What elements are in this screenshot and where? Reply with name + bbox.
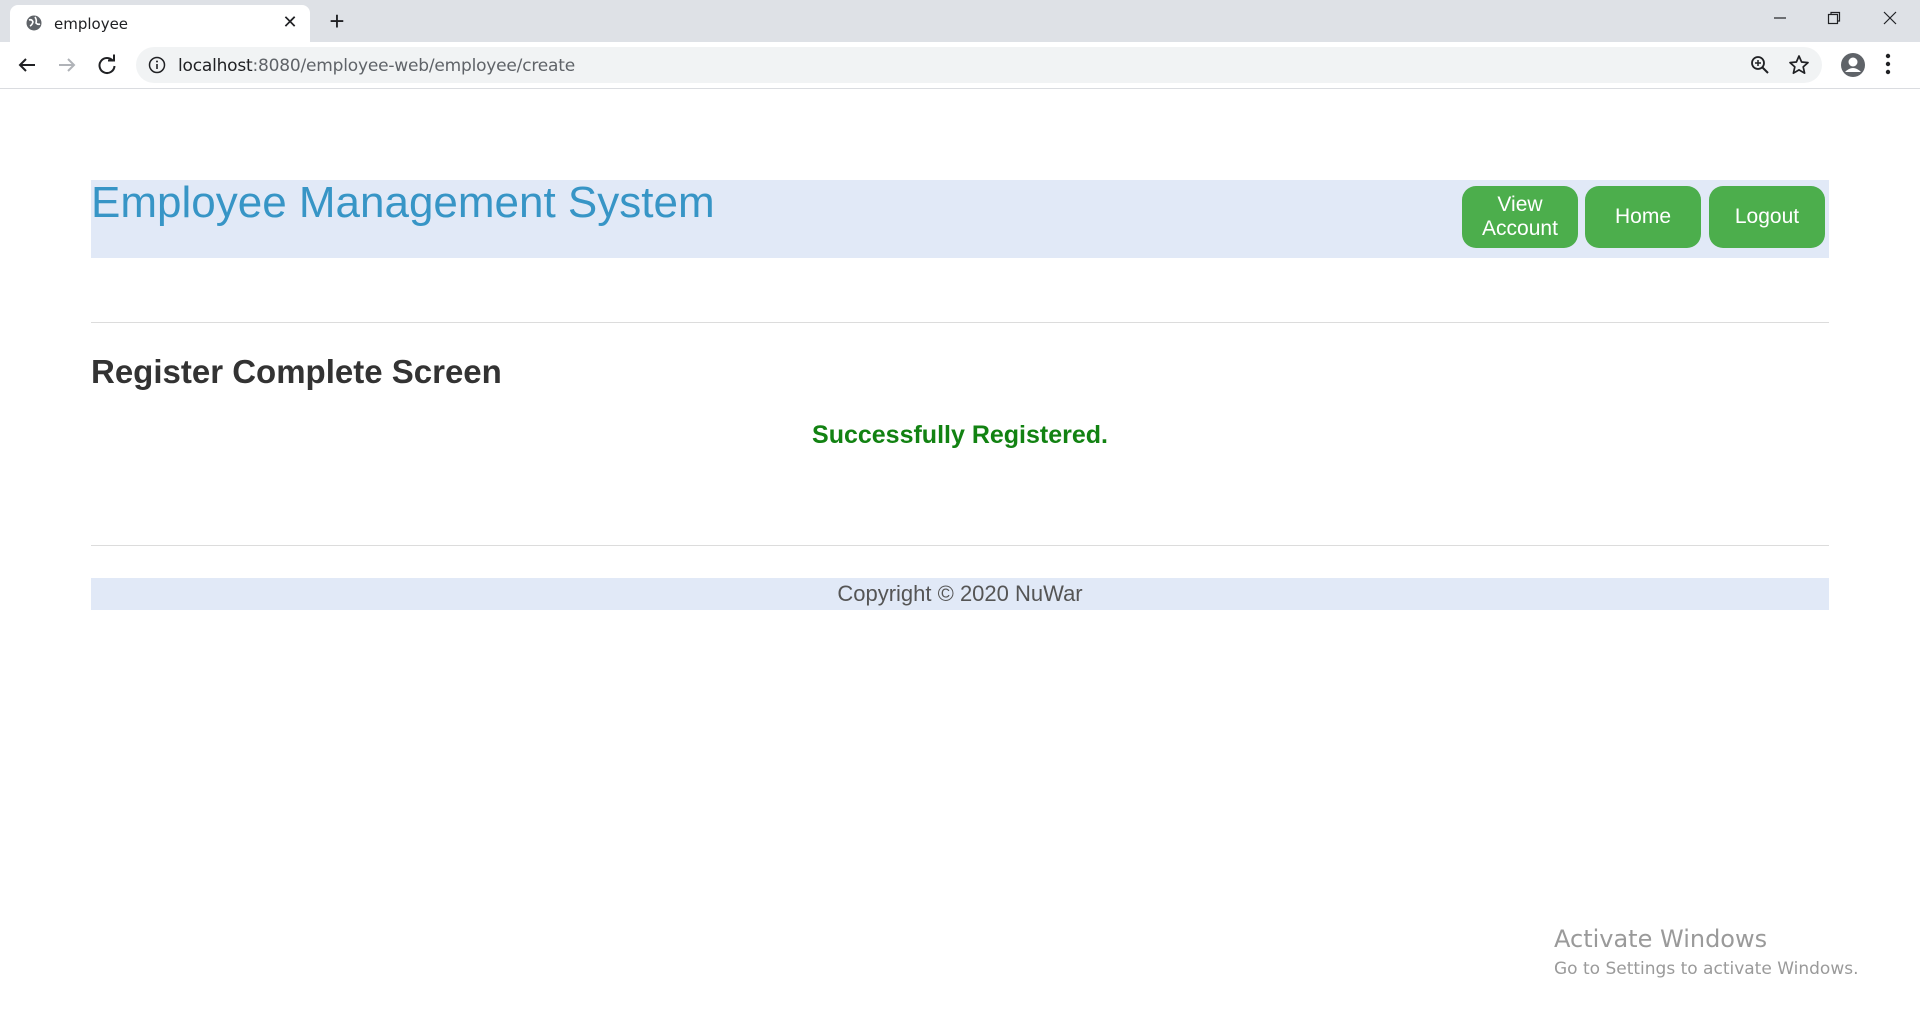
success-message: Successfully Registered. (812, 421, 1108, 449)
browser-tab-strip: employee ✕ + (0, 0, 1920, 42)
watermark-subtitle: Go to Settings to activate Windows. (1554, 959, 1859, 979)
browser-toolbar: localhost:8080/employee-web/employee/cre… (0, 42, 1920, 89)
page-title: Register Complete Screen (91, 353, 502, 390)
view-account-button[interactable]: View Account (1462, 186, 1578, 248)
tab-title: employee (54, 15, 129, 33)
info-icon[interactable] (148, 56, 166, 79)
site-title: Employee Management System (91, 178, 715, 227)
forward-arrow-icon[interactable] (53, 51, 81, 79)
home-button[interactable]: Home (1585, 186, 1701, 248)
url-text: localhost:8080/employee-web/employee/cre… (178, 56, 575, 76)
profile-avatar-icon[interactable] (1838, 50, 1868, 85)
new-tab-icon[interactable]: + (324, 8, 350, 34)
globe-icon (26, 15, 42, 31)
url-host: localhost (178, 56, 253, 76)
url-path: :8080/employee-web/employee/create (252, 56, 576, 76)
restore-icon[interactable] (1806, 0, 1862, 36)
divider (91, 545, 1829, 546)
footer-copyright: Copyright © 2020 NuWar (91, 578, 1829, 610)
bookmark-star-icon[interactable] (1788, 54, 1810, 81)
minimize-icon[interactable] (1752, 0, 1808, 36)
zoom-icon[interactable] (1750, 55, 1770, 80)
browser-menu-icon[interactable] (1884, 51, 1892, 82)
activation-watermark: Activate Windows Go to Settings to activ… (1554, 925, 1859, 979)
logout-button[interactable]: Logout (1709, 186, 1825, 248)
tab-close-icon[interactable]: ✕ (280, 12, 300, 32)
browser-tab[interactable]: employee ✕ (10, 5, 310, 42)
back-arrow-icon[interactable] (13, 51, 41, 79)
reload-icon[interactable] (93, 51, 121, 79)
watermark-title: Activate Windows (1554, 925, 1768, 953)
divider (91, 322, 1829, 323)
window-close-icon[interactable] (1862, 0, 1918, 36)
page-header: Employee Management System View Account … (91, 180, 1829, 258)
address-bar[interactable]: localhost:8080/employee-web/employee/cre… (136, 47, 1822, 83)
